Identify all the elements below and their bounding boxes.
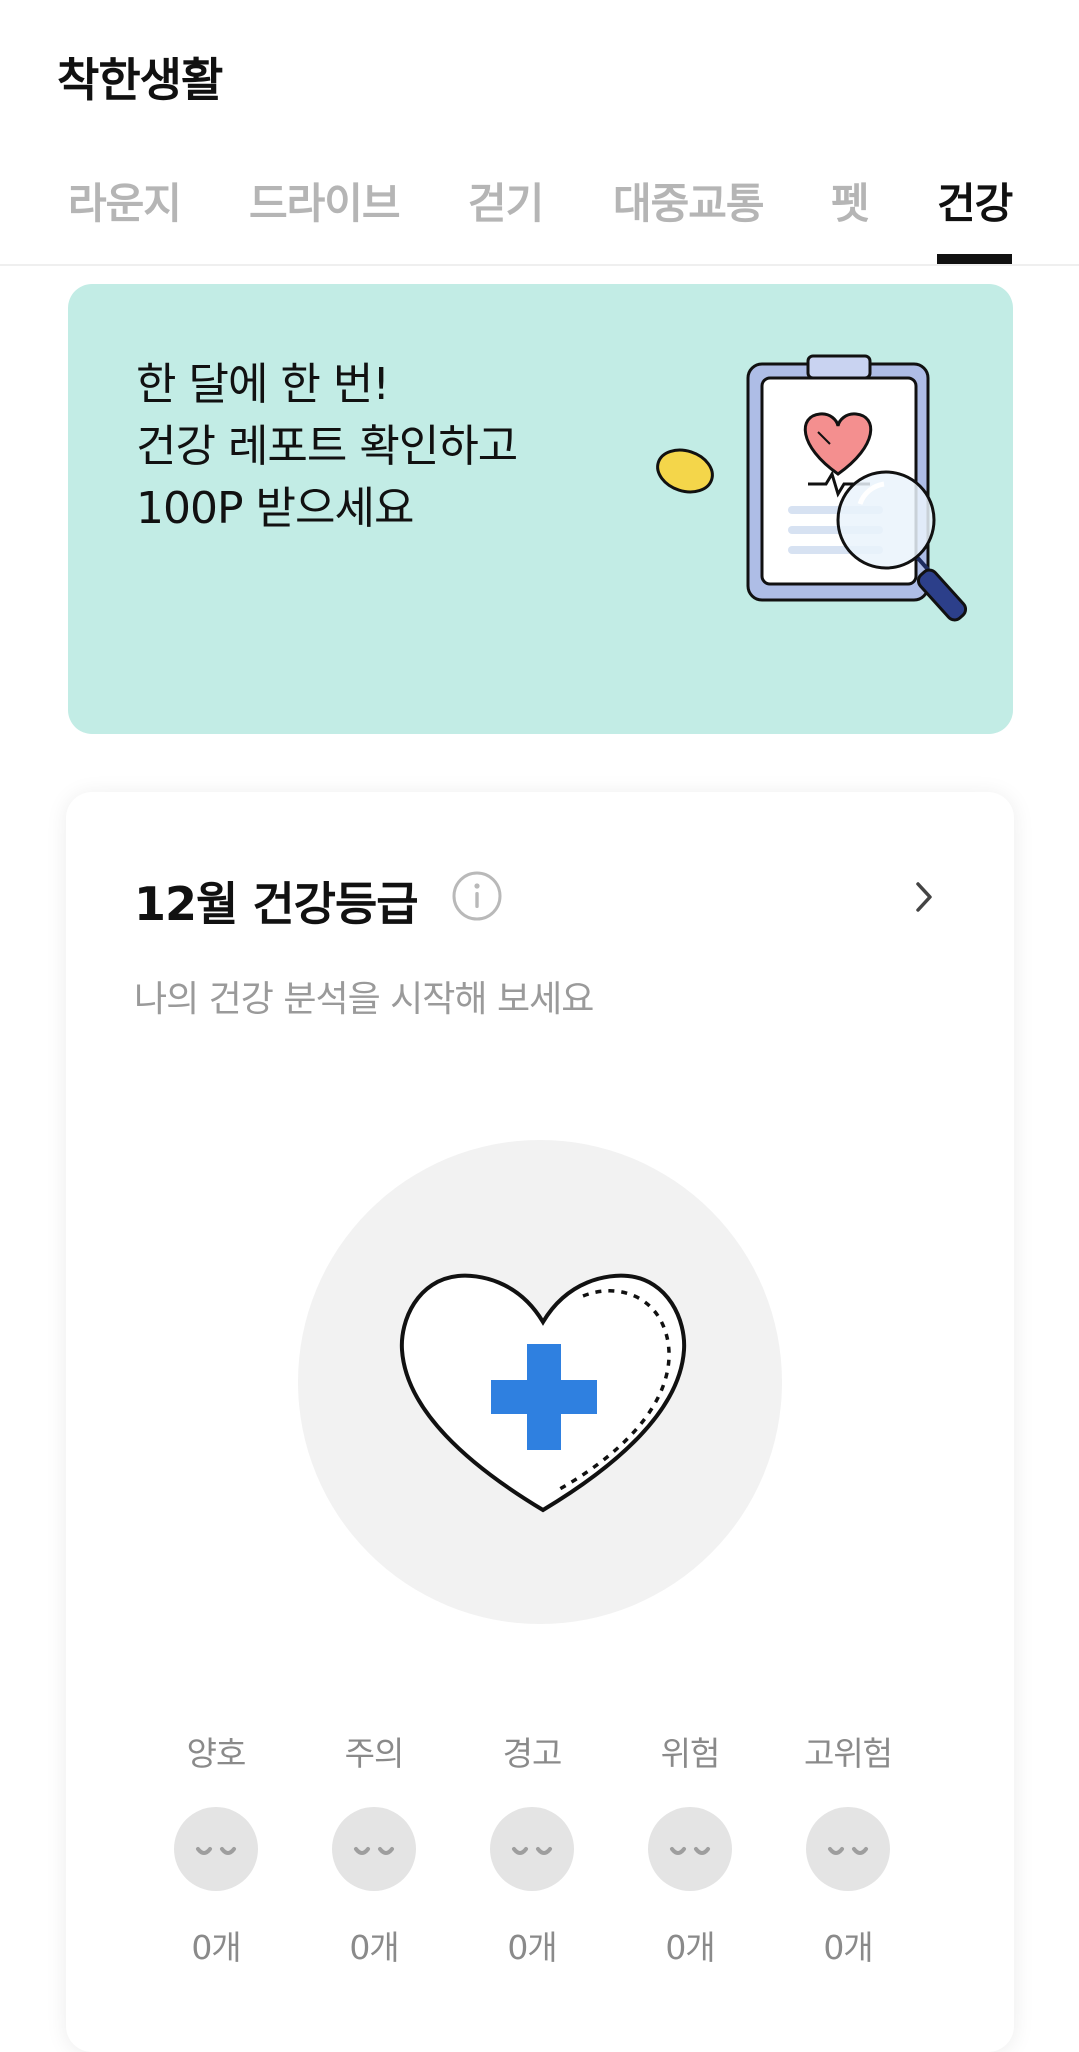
tab-transit[interactable]: 대중교통 xyxy=(613,170,765,231)
level-label: 고위험 xyxy=(803,1734,893,1773)
sleeping-face-icon xyxy=(332,1807,416,1891)
chevron-right-icon[interactable] xyxy=(904,872,944,922)
health-levels: 양호 0개 주의 0개 경고 0개 위험 0개 고위험 0개 xyxy=(156,1727,976,1987)
level-high-risk: 고위험 0개 xyxy=(788,1727,908,1969)
level-danger: 위험 0개 xyxy=(630,1727,750,1969)
banner-text: 한 달에 한 번! 건강 레포트 확인하고 100P 받으세요 xyxy=(136,354,518,540)
level-count: 0개 xyxy=(349,1928,399,1967)
level-count: 0개 xyxy=(507,1928,557,1967)
info-icon[interactable] xyxy=(451,870,503,922)
active-tab-indicator xyxy=(937,254,1012,264)
level-caution: 주의 0개 xyxy=(314,1727,434,1969)
level-label: 주의 xyxy=(344,1734,405,1773)
level-count: 0개 xyxy=(823,1928,873,1967)
tab-health[interactable]: 건강 xyxy=(937,170,1013,231)
start-analysis-button[interactable] xyxy=(298,1140,782,1624)
level-warning: 경고 0개 xyxy=(472,1727,592,1969)
health-report-banner[interactable]: 한 달에 한 번! 건강 레포트 확인하고 100P 받으세요 xyxy=(68,284,1013,734)
level-label: 양호 xyxy=(186,1734,247,1773)
health-grade-card: 12월 건강등급 나의 건강 분석을 시작해 보세요 양호 0개 주의 0개 경… xyxy=(66,792,1014,2052)
health-grade-title: 12월 건강등급 xyxy=(134,877,419,931)
level-label: 경고 xyxy=(502,1734,563,1773)
banner-line-2: 건강 레포트 확인하고 xyxy=(136,421,518,472)
app-title: 착한생활 xyxy=(57,53,223,107)
sleeping-face-icon xyxy=(648,1807,732,1891)
clipboard-heart-magnifier-illustration xyxy=(656,354,968,622)
banner-line-3: 100P 받으세요 xyxy=(136,483,414,534)
heart-plus-icon xyxy=(399,1273,687,1513)
tab-drive[interactable]: 드라이브 xyxy=(249,170,401,231)
banner-line-1: 한 달에 한 번! xyxy=(136,359,390,410)
tab-pet[interactable]: 펫 xyxy=(831,170,870,231)
sleeping-face-icon xyxy=(174,1807,258,1891)
tab-lounge[interactable]: 라운지 xyxy=(68,170,182,231)
category-tabs: 라운지 드라이브 걷기 대중교통 펫 건강 xyxy=(0,160,1079,266)
level-good: 양호 0개 xyxy=(156,1727,276,1969)
sleeping-face-icon xyxy=(490,1807,574,1891)
health-grade-subtitle: 나의 건강 분석을 시작해 보세요 xyxy=(134,979,594,1020)
tab-walk[interactable]: 걷기 xyxy=(468,170,544,231)
sleeping-face-icon xyxy=(806,1807,890,1891)
level-count: 0개 xyxy=(191,1928,241,1967)
level-label: 위험 xyxy=(660,1734,721,1773)
level-count: 0개 xyxy=(665,1928,715,1967)
